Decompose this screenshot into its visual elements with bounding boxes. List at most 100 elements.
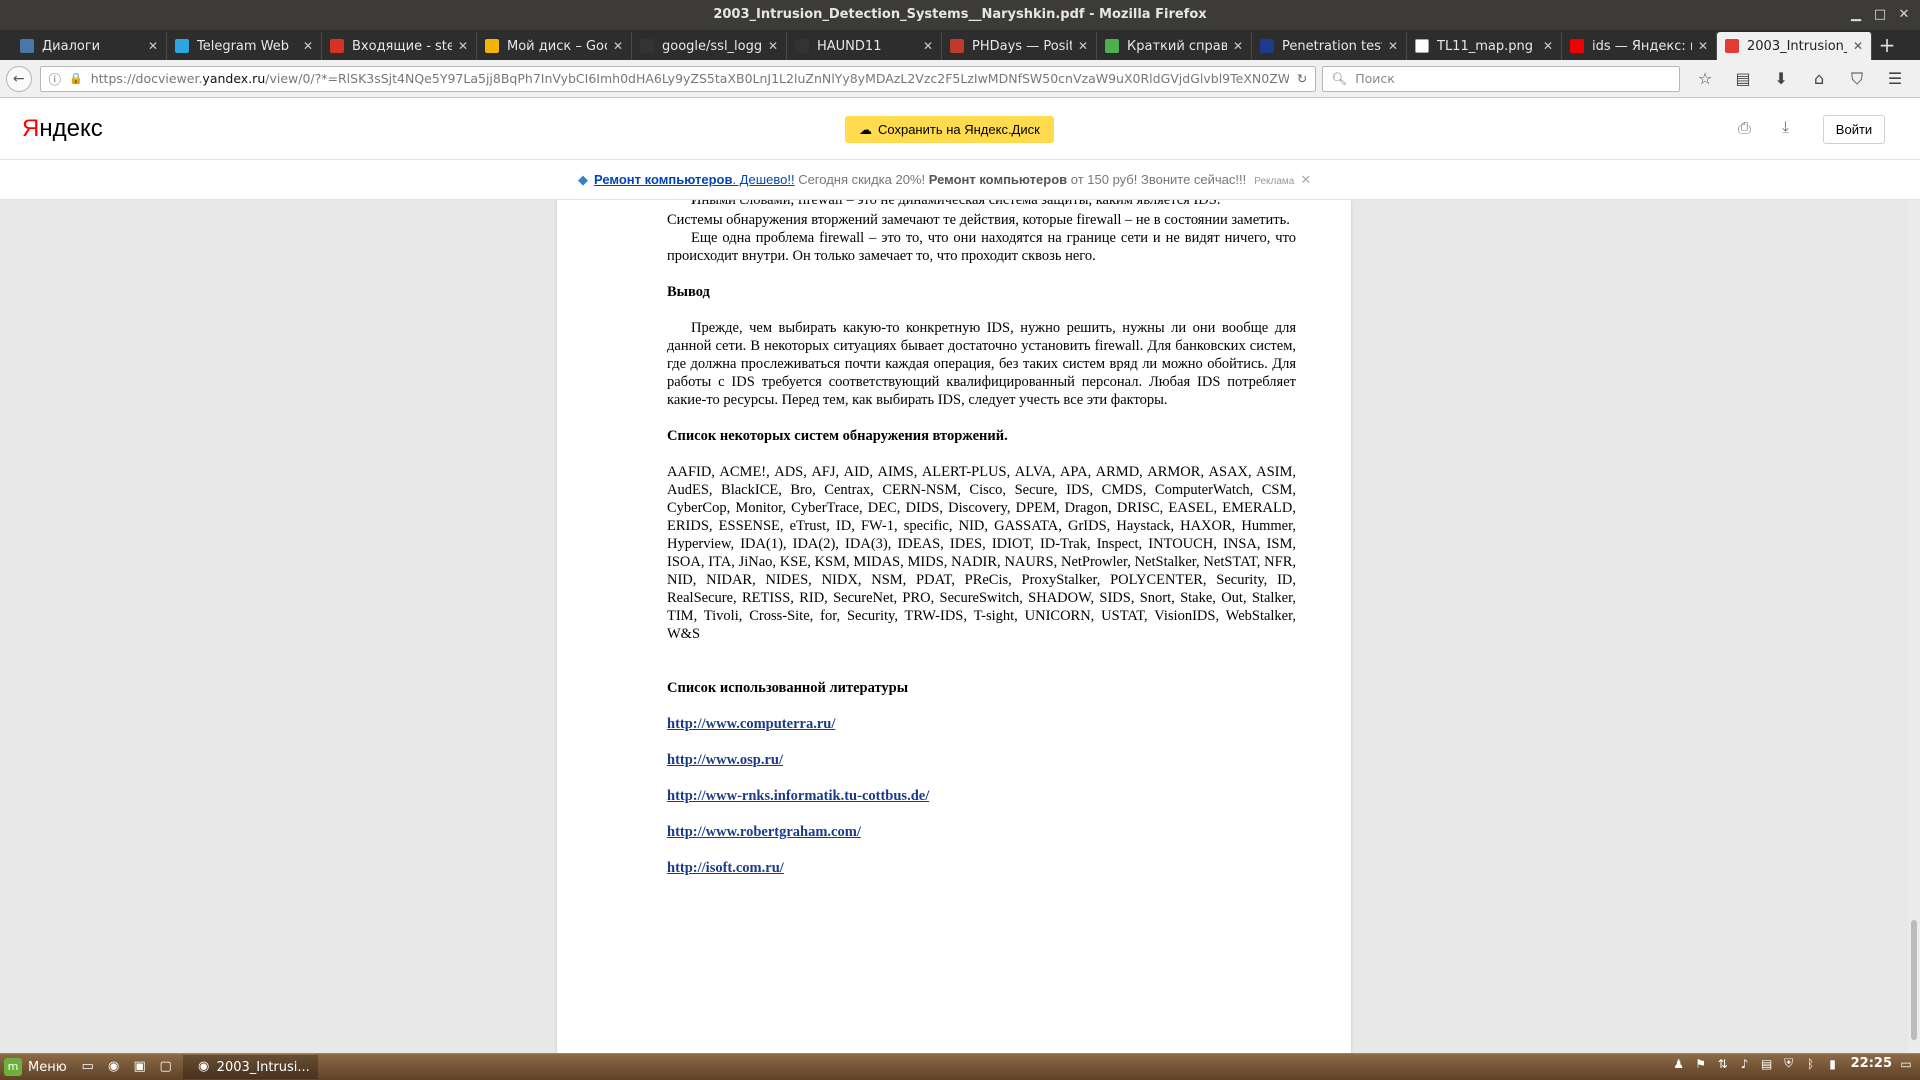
notifications-icon[interactable]: ▭ bbox=[1898, 1057, 1914, 1071]
home-icon[interactable]: ⌂ bbox=[1800, 65, 1838, 93]
terminal-launcher-icon[interactable]: ▣ bbox=[129, 1057, 151, 1077]
telegram-icon bbox=[175, 39, 189, 53]
print-icon[interactable]: ⎙ bbox=[1738, 118, 1751, 138]
new-tab-button[interactable]: + bbox=[1872, 32, 1902, 60]
close-tab-icon[interactable]: ✕ bbox=[1233, 39, 1243, 53]
yandex-logo[interactable]: Яндекс bbox=[22, 115, 103, 143]
download-file-icon[interactable]: ⤓ bbox=[1782, 117, 1789, 137]
tab-title: PHDays — Positi bbox=[972, 38, 1072, 54]
login-button[interactable]: Войти bbox=[1823, 115, 1885, 144]
search-icon: 🔍︎ bbox=[1331, 70, 1348, 86]
tab-google-drive[interactable]: Мой диск – Goog ✕ bbox=[477, 32, 632, 60]
close-tab-icon[interactable]: ✕ bbox=[1388, 39, 1398, 53]
yandex-icon bbox=[1570, 39, 1584, 53]
viewer-scrollbar[interactable] bbox=[1908, 200, 1920, 1053]
reference-link[interactable]: http://www.osp.ru/ bbox=[667, 752, 783, 768]
tab-github[interactable]: HAUND11 ✕ bbox=[787, 32, 942, 60]
ad-content: ◆ Ремонт компьютеров. Дешево!! Сегодня ск… bbox=[578, 172, 1311, 188]
user-icon[interactable]: ♟ bbox=[1671, 1057, 1687, 1071]
ad-text: Сегодня скидка 20%! bbox=[794, 172, 929, 187]
clock[interactable]: 22:25 bbox=[1851, 1056, 1892, 1071]
ids-list-heading: Список некоторых систем обнаружения втор… bbox=[667, 428, 1008, 444]
bluetooth-icon[interactable]: ᛒ bbox=[1803, 1057, 1819, 1071]
volume-icon[interactable]: ♪ bbox=[1737, 1057, 1753, 1071]
files-launcher-icon[interactable]: ▢ bbox=[155, 1057, 177, 1077]
save-to-disk-button[interactable]: ☁ Сохранить на Яндекс.Диск bbox=[845, 116, 1054, 143]
close-tab-icon[interactable]: ✕ bbox=[148, 39, 158, 53]
close-tab-icon[interactable]: ✕ bbox=[923, 39, 933, 53]
taskbar-window-firefox[interactable]: ◉ 2003_Intrusi... bbox=[182, 1055, 318, 1079]
tab-title: Диалоги bbox=[42, 38, 101, 54]
keyboard-layout-flag-icon[interactable]: ⚑ bbox=[1693, 1057, 1709, 1071]
minimize-button[interactable]: ▁ bbox=[1846, 5, 1866, 25]
ad-label: Реклама bbox=[1254, 176, 1295, 187]
paragraph: Системы обнаружения вторжений замечают т… bbox=[667, 212, 1290, 228]
close-tab-icon[interactable]: ✕ bbox=[1853, 39, 1863, 53]
tab-vk[interactable]: Диалоги ✕ bbox=[12, 32, 167, 60]
reload-icon[interactable]: ↻ bbox=[1297, 71, 1307, 86]
tab-strip: Диалоги✕Telegram Web✕Входящие - sten✕Мой… bbox=[0, 30, 1920, 60]
maximize-button[interactable]: □ bbox=[1870, 5, 1890, 25]
scrollbar-thumb[interactable] bbox=[1911, 920, 1917, 1040]
reference-link[interactable]: http://isoft.com.ru/ bbox=[667, 860, 784, 876]
toolbar-icons: ☆ ▤ ⬇ ⌂ ⛉ ☰ bbox=[1686, 65, 1914, 93]
firefox-launcher-icon[interactable]: ◉ bbox=[103, 1057, 125, 1077]
tab-phdays[interactable]: PHDays — Positi ✕ bbox=[942, 32, 1097, 60]
tab-image[interactable]: TL11_map.png (И ✕ bbox=[1407, 32, 1562, 60]
ad-link[interactable]: Ремонт компьютеров bbox=[594, 172, 732, 187]
close-tab-icon[interactable]: ✕ bbox=[1698, 39, 1708, 53]
show-desktop-icon[interactable]: ▭ bbox=[77, 1057, 99, 1077]
close-tab-icon[interactable]: ✕ bbox=[1078, 39, 1088, 53]
ad-link-tail[interactable]: . Дешево!! bbox=[732, 172, 794, 187]
network-icon[interactable]: ⇅ bbox=[1715, 1057, 1731, 1071]
search-placeholder: Поиск bbox=[1355, 71, 1395, 86]
docviewer-header: Яндекс ☁ Сохранить на Яндекс.Диск ⎙ ⤓ Вой… bbox=[0, 98, 1920, 160]
close-tab-icon[interactable]: ✕ bbox=[613, 39, 623, 53]
tab-telegram[interactable]: Telegram Web ✕ bbox=[167, 32, 322, 60]
conclusion-paragraph: Прежде, чем выбирать какую-то конкретную… bbox=[667, 320, 1296, 408]
close-window-button[interactable]: ✕ bbox=[1894, 5, 1914, 25]
url-text: https://docviewer.yandex.ru/view/0/?*=Rl… bbox=[91, 71, 1289, 86]
ids-list-paragraph: AAFID, ACME!, ADS, AFJ, AID, AIMS, ALERT… bbox=[667, 464, 1296, 642]
save-to-disk-label: Сохранить на Яндекс.Диск bbox=[878, 122, 1040, 137]
tab-title: Telegram Web bbox=[197, 38, 290, 54]
close-tab-icon[interactable]: ✕ bbox=[768, 39, 778, 53]
close-ad-icon[interactable]: ✕ bbox=[1300, 172, 1311, 187]
tab-pentest[interactable]: Penetration test ✕ bbox=[1252, 32, 1407, 60]
url-bar[interactable]: ⓘ 🔒 https://docviewer.yandex.ru/view/0/?… bbox=[39, 65, 1317, 92]
tab-pdf[interactable]: 2003_Intrusion_D ✕ bbox=[1717, 32, 1872, 60]
google-drive-icon bbox=[485, 39, 499, 53]
tab-gmail[interactable]: Входящие - sten ✕ bbox=[322, 32, 477, 60]
clipboard-icon[interactable]: ▤ bbox=[1759, 1057, 1775, 1071]
reference-link[interactable]: http://www-rnks.informatik.tu-cottbus.de… bbox=[667, 788, 929, 804]
info-icon[interactable]: ⓘ bbox=[49, 69, 62, 88]
reading-list-icon[interactable]: ▤ bbox=[1724, 65, 1762, 93]
close-tab-icon[interactable]: ✕ bbox=[458, 39, 468, 53]
url-host: yandex.ru bbox=[202, 71, 266, 86]
start-menu-button[interactable]: m Меню bbox=[0, 1058, 75, 1076]
tab-document[interactable]: Краткий справо ✕ bbox=[1097, 32, 1252, 60]
paragraph: Еще одна проблема firewall – это то, что… bbox=[667, 230, 1296, 264]
pdf-page: Иными словами, firewall – это не динамич… bbox=[557, 200, 1351, 1053]
battery-icon[interactable]: ▮ bbox=[1825, 1057, 1841, 1071]
pocket-icon[interactable]: ⛉ bbox=[1838, 65, 1876, 93]
document-viewer: Иными словами, firewall – это не динамич… bbox=[0, 200, 1920, 1053]
ad-wrench-icon: ◆ bbox=[578, 172, 588, 187]
close-tab-icon[interactable]: ✕ bbox=[303, 39, 313, 53]
search-input[interactable]: 🔍︎ Поиск bbox=[1322, 65, 1681, 92]
bookmark-star-icon[interactable]: ☆ bbox=[1686, 65, 1724, 93]
shield-icon[interactable]: ⛨ bbox=[1781, 1056, 1797, 1071]
reference-link[interactable]: http://www.robertgraham.com/ bbox=[667, 824, 861, 840]
tab-title: TL11_map.png (И bbox=[1437, 38, 1537, 54]
reference-link[interactable]: http://www.computerra.ru/ bbox=[667, 716, 835, 732]
lock-icon: 🔒 bbox=[69, 72, 83, 85]
mint-logo-icon: m bbox=[4, 1058, 22, 1076]
download-icon[interactable]: ⬇ bbox=[1762, 65, 1800, 93]
hamburger-menu-icon[interactable]: ☰ bbox=[1876, 65, 1914, 93]
menu-label: Меню bbox=[28, 1059, 67, 1075]
tab-github[interactable]: google/ssl_logger ✕ bbox=[632, 32, 787, 60]
tab-yandex[interactable]: ids — Яндекс: на ✕ bbox=[1562, 32, 1717, 60]
logo-rest: ндекс bbox=[39, 115, 103, 142]
close-tab-icon[interactable]: ✕ bbox=[1543, 39, 1553, 53]
back-button[interactable]: ← bbox=[6, 65, 32, 92]
